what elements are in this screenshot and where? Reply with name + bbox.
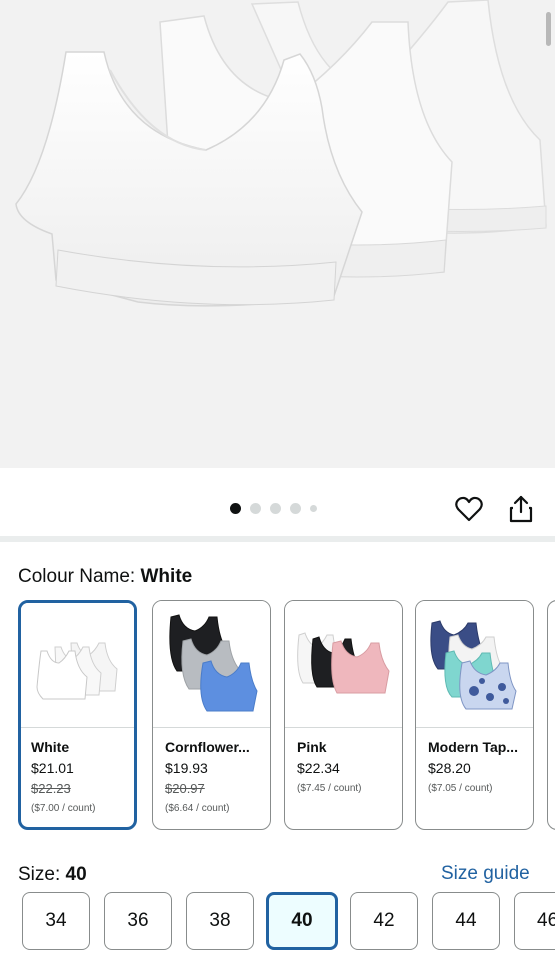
swatch-price: $28.20 xyxy=(428,760,471,776)
colour-option-modern-tapestry[interactable]: Modern Tap... $28.20 ($7.05 / count) xyxy=(415,600,534,830)
selected-size: 40 xyxy=(65,864,87,885)
pagination-dot[interactable] xyxy=(270,502,281,514)
favorite-button[interactable] xyxy=(452,492,486,526)
selected-colour: White xyxy=(140,566,193,587)
share-icon xyxy=(509,495,533,523)
colour-label: Colour Name: xyxy=(18,566,141,587)
swatch-price: $21.01 xyxy=(31,760,74,776)
product-image[interactable] xyxy=(0,0,555,468)
pagination-dot[interactable] xyxy=(250,502,261,514)
size-option-34[interactable]: 34 xyxy=(22,892,90,950)
pagination-dot[interactable] xyxy=(230,502,241,514)
size-guide-link[interactable]: Size guide xyxy=(441,863,530,885)
size-option-40[interactable]: 40 xyxy=(266,892,338,950)
colour-heading: Colour Name: White xyxy=(18,566,192,588)
colour-option-white[interactable]: White $21.01 $22.23 ($7.00 / count) xyxy=(18,600,137,830)
image-pagination[interactable] xyxy=(230,502,317,514)
swatch-name: Pink xyxy=(297,739,327,755)
size-label: Size: xyxy=(18,864,66,885)
swatch-unit-price: ($6.64 / count) xyxy=(165,803,230,814)
colour-option-next[interactable] xyxy=(547,600,555,830)
swatch-unit-price: ($7.05 / count) xyxy=(428,783,493,794)
scrollbar-thumb[interactable] xyxy=(546,12,551,46)
size-option-42[interactable]: 42 xyxy=(350,892,418,950)
swatch-name: White xyxy=(31,739,70,755)
swatch-list-price: $20.97 xyxy=(165,781,205,796)
cornflower-bras-thumbnail xyxy=(169,614,258,712)
share-button[interactable] xyxy=(504,492,538,526)
swatch-unit-price: ($7.45 / count) xyxy=(297,783,362,794)
swatch-name: Modern Tap... xyxy=(428,739,518,755)
pagination-dot[interactable] xyxy=(310,504,317,512)
size-option-36[interactable]: 36 xyxy=(104,892,172,950)
swatch-list-price: $22.23 xyxy=(31,781,71,796)
size-option-46[interactable]: 46 xyxy=(514,892,555,950)
colour-option-cornflower[interactable]: Cornflower... $19.93 $20.97 ($6.64 / cou… xyxy=(152,600,271,830)
size-option-44[interactable]: 44 xyxy=(432,892,500,950)
swatch-price: $19.93 xyxy=(165,760,208,776)
pink-bras-thumbnail xyxy=(297,632,390,694)
size-option-38[interactable]: 38 xyxy=(186,892,254,950)
swatch-unit-price: ($7.00 / count) xyxy=(31,803,96,814)
swatch-price: $22.34 xyxy=(297,760,340,776)
swatch-name: Cornflower... xyxy=(165,739,250,755)
image-controls xyxy=(0,468,555,536)
size-option-list[interactable]: 34 36 38 40 42 44 46 xyxy=(0,890,555,954)
swatch-thumbnail xyxy=(21,603,134,728)
white-bras-thumbnail xyxy=(36,642,118,700)
modern-tapestry-bras-thumbnail xyxy=(430,620,517,710)
colour-option-pink[interactable]: Pink $22.34 ($7.45 / count) xyxy=(284,600,403,830)
colour-swatch-list[interactable]: White $21.01 $22.23 ($7.00 / count) Corn… xyxy=(0,600,555,832)
swatch-thumbnail xyxy=(416,601,533,728)
swatch-thumbnail xyxy=(153,601,270,728)
pagination-dot[interactable] xyxy=(290,502,301,514)
heart-icon xyxy=(455,496,483,522)
size-heading: Size: 40 xyxy=(18,864,87,886)
product-photo xyxy=(15,0,547,307)
section-divider xyxy=(0,536,555,542)
swatch-thumbnail xyxy=(285,601,402,728)
